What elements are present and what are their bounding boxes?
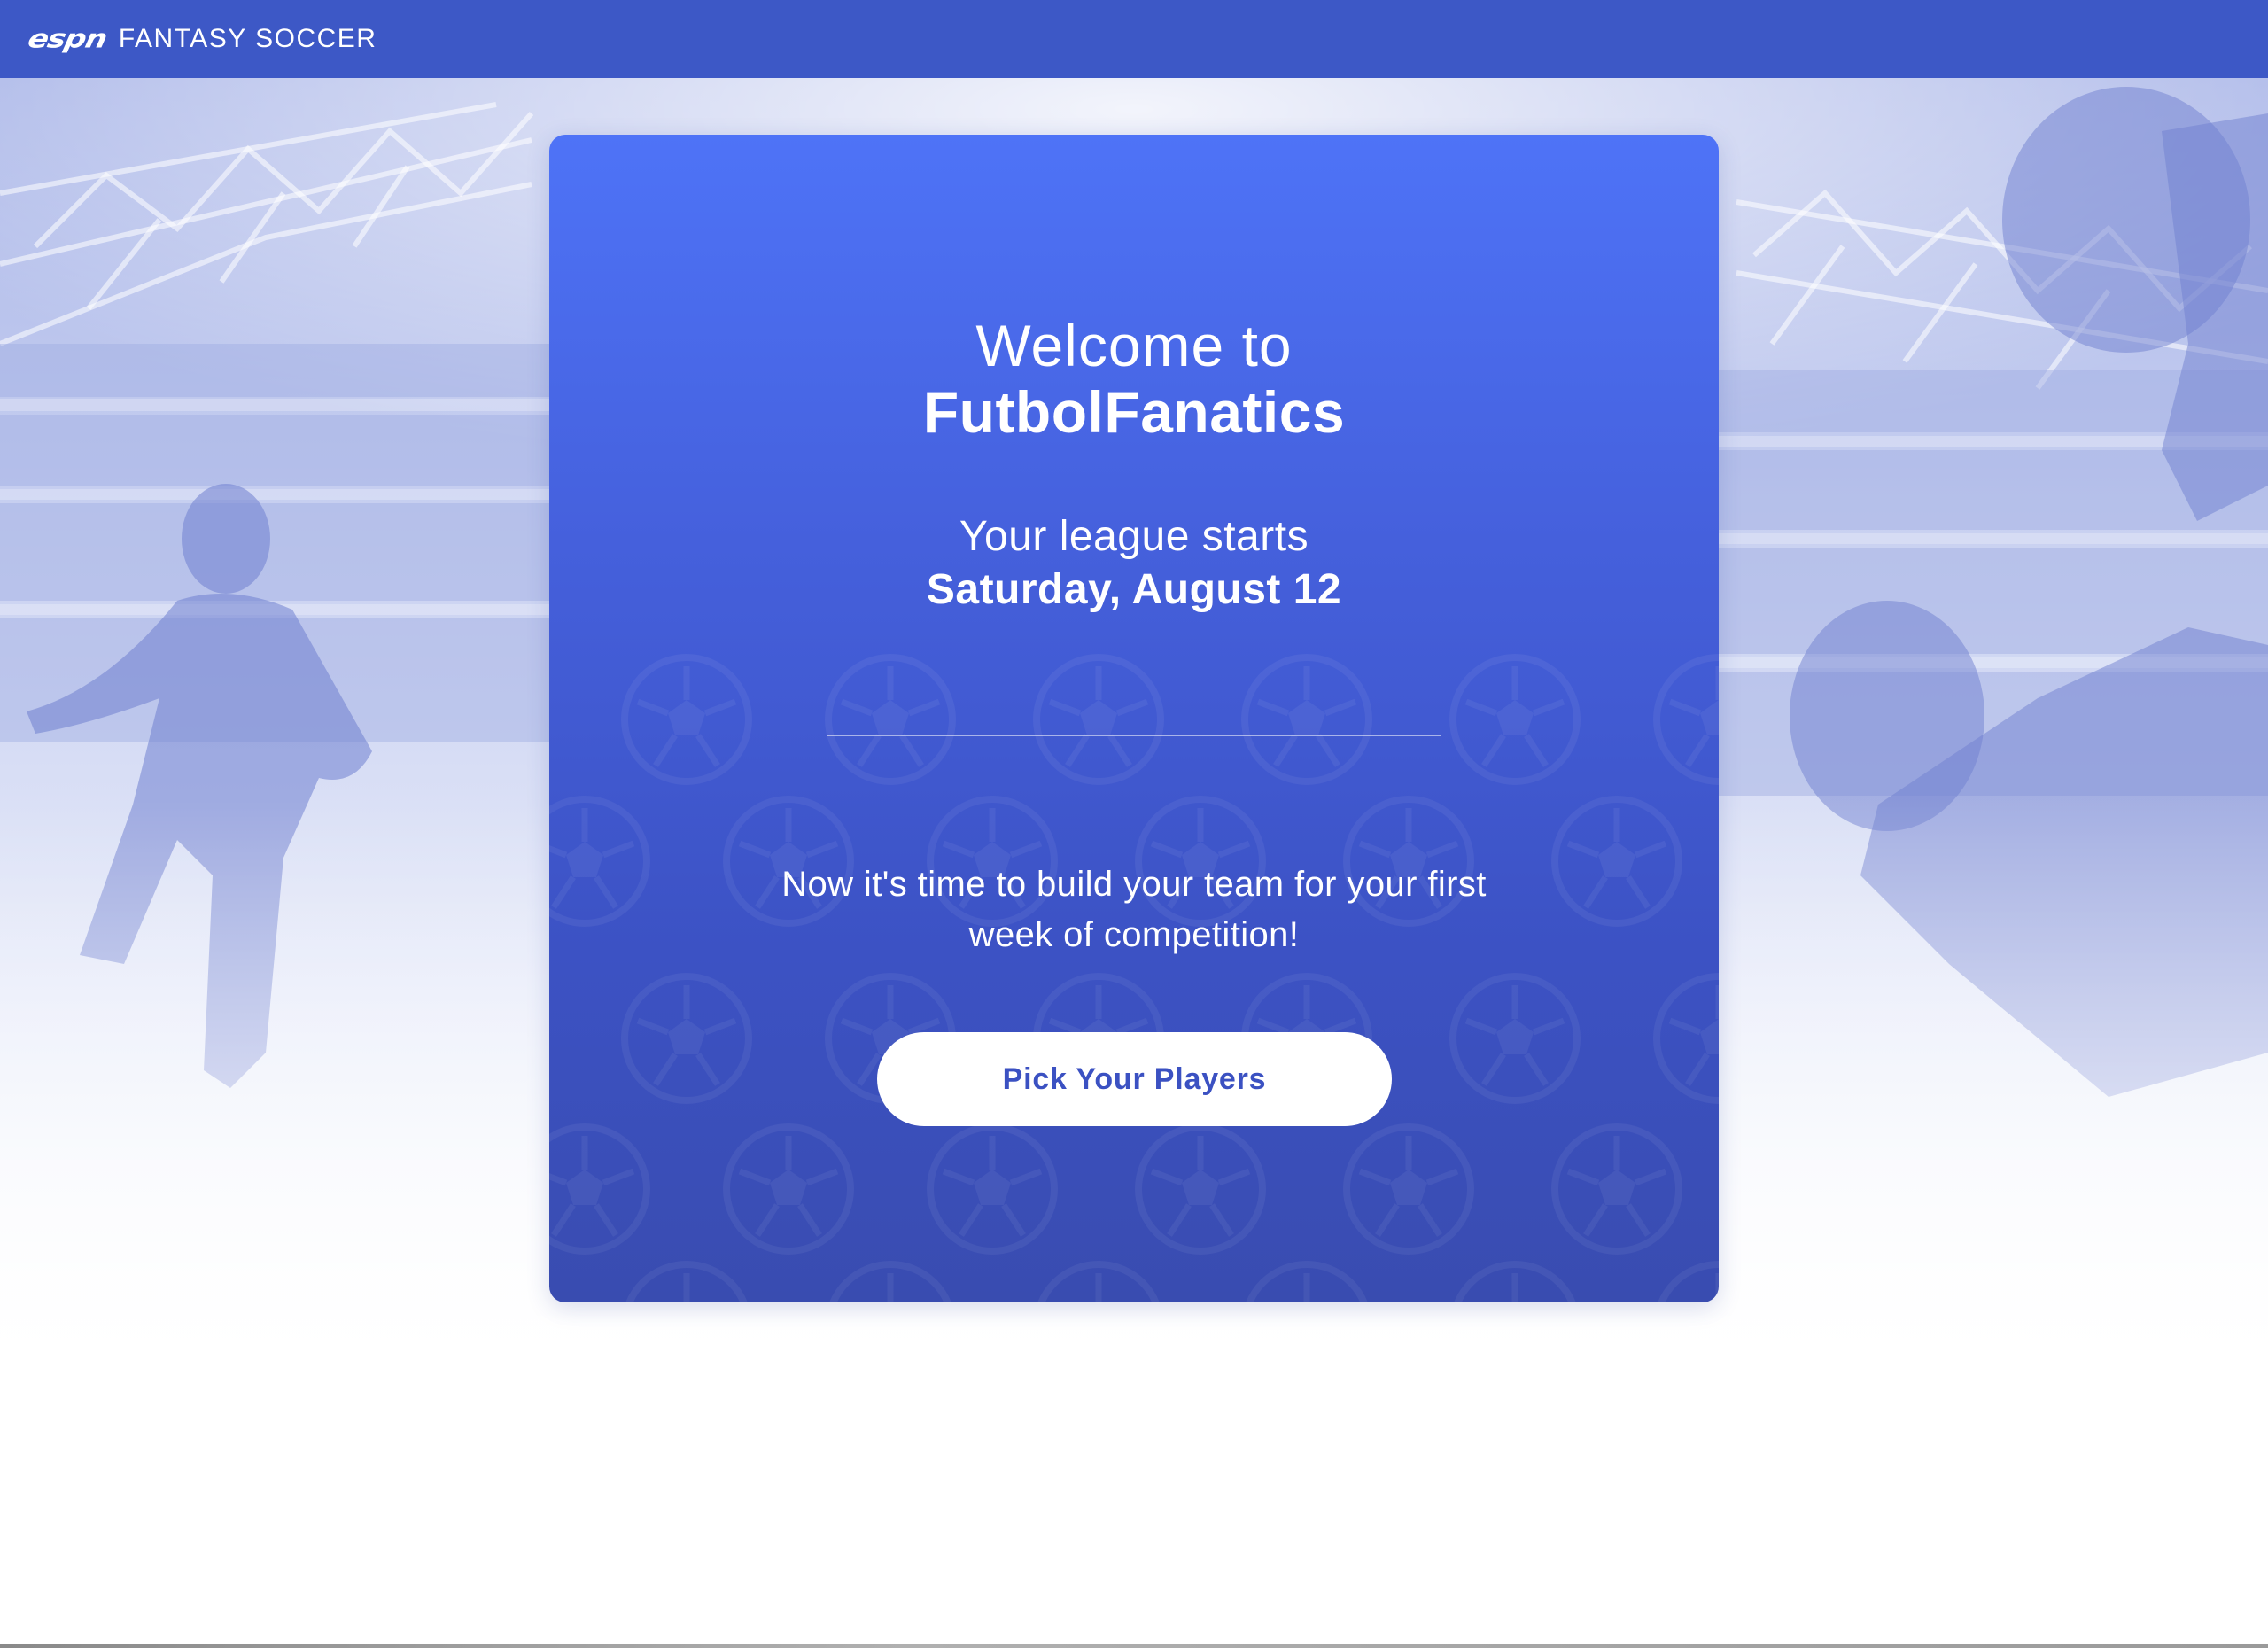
top-bar: espn FANTASY SOCCER [0,0,2268,78]
welcome-heading: Welcome to [975,313,1293,378]
espn-fantasy-soccer-logo[interactable]: espn FANTASY SOCCER [25,21,377,57]
pick-your-players-button[interactable]: Pick Your Players [877,1032,1392,1126]
welcome-card-content: Welcome to FutbolFanatics Your league st… [549,135,1719,1302]
window-bottom-edge [0,1644,2268,1648]
league-name: FutbolFanatics [922,379,1346,445]
hero-section: Welcome to FutbolFanatics Your league st… [0,78,2268,1648]
build-team-message: Now it's time to build your team for you… [781,865,1487,954]
card-divider [827,735,1441,736]
league-start-label: Your league starts [959,513,1309,560]
espn-logo-mark: espn [25,24,110,54]
brand-title: FANTASY SOCCER [118,24,377,53]
welcome-card: Welcome to FutbolFanatics Your league st… [549,135,1719,1302]
league-start-date: Saturday, August 12 [926,566,1342,613]
